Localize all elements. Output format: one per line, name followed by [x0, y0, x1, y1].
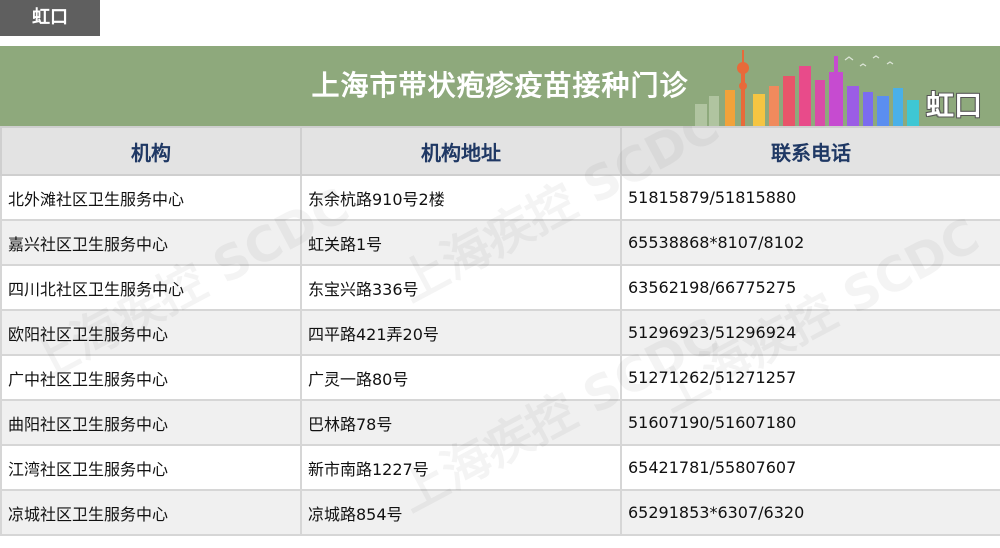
cell-institution: 广中社区卫生服务中心 [0, 354, 302, 401]
header-phone: 联系电话 [620, 126, 1000, 176]
cell-institution: 嘉兴社区卫生服务中心 [0, 219, 302, 266]
header-address: 机构地址 [300, 126, 622, 176]
clinic-table: 机构 机构地址 联系电话 北外滩社区卫生服务中心 东余杭路910号2楼 5181… [0, 126, 1000, 536]
table-row: 江湾社区卫生服务中心 新市南路1227号 65421781/55807607 [0, 444, 1000, 491]
table-row: 凉城社区卫生服务中心 凉城路854号 65291853*6307/6320 [0, 489, 1000, 536]
cell-institution: 欧阳社区卫生服务中心 [0, 309, 302, 356]
cell-phone: 65421781/55807607 [620, 444, 1000, 491]
table-row: 曲阳社区卫生服务中心 巴林路78号 51607190/51607180 [0, 399, 1000, 446]
cell-phone: 51271262/51271257 [620, 354, 1000, 401]
cell-address: 新市南路1227号 [300, 444, 622, 491]
cell-institution: 凉城社区卫生服务中心 [0, 489, 302, 536]
cell-address: 东余杭路910号2楼 [300, 174, 622, 221]
district-tag: 虹口 [0, 0, 100, 36]
cell-phone: 51607190/51607180 [620, 399, 1000, 446]
cell-institution: 曲阳社区卫生服务中心 [0, 399, 302, 446]
cell-address: 四平路421弄20号 [300, 309, 622, 356]
cell-institution: 四川北社区卫生服务中心 [0, 264, 302, 311]
cell-institution: 江湾社区卫生服务中心 [0, 444, 302, 491]
title-banner: 上海市带状疱疹疫苗接种门诊 虹口 [0, 46, 1000, 126]
header-institution: 机构 [0, 126, 302, 176]
cell-phone: 65291853*6307/6320 [620, 489, 1000, 536]
cell-address: 广灵一路80号 [300, 354, 622, 401]
table-row: 四川北社区卫生服务中心 东宝兴路336号 63562198/66775275 [0, 264, 1000, 311]
table-row: 嘉兴社区卫生服务中心 虹关路1号 65538868*8107/8102 [0, 219, 1000, 266]
cell-phone: 51815879/51815880 [620, 174, 1000, 221]
cell-address: 凉城路854号 [300, 489, 622, 536]
cell-address: 巴林路78号 [300, 399, 622, 446]
table-row: 广中社区卫生服务中心 广灵一路80号 51271262/51271257 [0, 354, 1000, 401]
cell-address: 虹关路1号 [300, 219, 622, 266]
cell-phone: 63562198/66775275 [620, 264, 1000, 311]
district-label: 虹口 [926, 89, 983, 122]
table-row: 北外滩社区卫生服务中心 东余杭路910号2楼 51815879/51815880 [0, 174, 1000, 221]
cell-phone: 65538868*8107/8102 [620, 219, 1000, 266]
cell-address: 东宝兴路336号 [300, 264, 622, 311]
cell-institution: 北外滩社区卫生服务中心 [0, 174, 302, 221]
table-row: 欧阳社区卫生服务中心 四平路421弄20号 51296923/51296924 [0, 309, 1000, 356]
cell-phone: 51296923/51296924 [620, 309, 1000, 356]
table-header-row: 机构 机构地址 联系电话 [0, 126, 1000, 176]
